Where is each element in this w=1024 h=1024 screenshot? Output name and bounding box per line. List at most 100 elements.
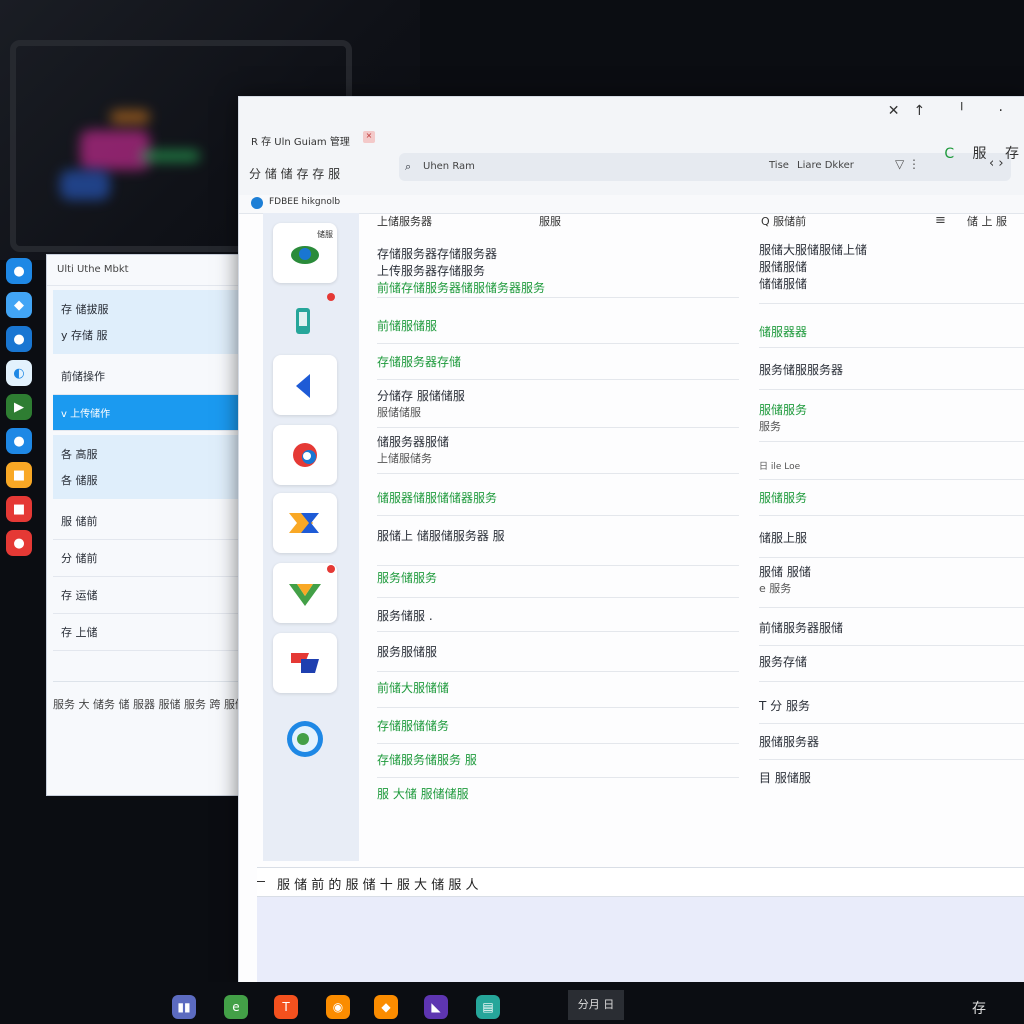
list-item[interactable]: 储服器储服储储器服务 xyxy=(377,489,739,516)
tool-store[interactable]: 存 xyxy=(1005,146,1019,162)
row-title: 服务存储 xyxy=(759,655,808,669)
detail-row[interactable]: 服务存储 xyxy=(759,653,1024,682)
ime-indicator[interactable]: 存 xyxy=(972,998,986,1018)
screen-glow xyxy=(80,130,150,170)
nav-item[interactable]: 存 运储 xyxy=(53,577,247,614)
list-item[interactable]: 存储服务储服务 服 xyxy=(377,751,739,778)
taskbar-app-icon[interactable]: ◣ xyxy=(424,995,448,1019)
address-bar[interactable]: ⌕ Uhen Ram Tise Liare Dkker ▽ ⋮ ‹ › xyxy=(399,153,1011,181)
message-composer[interactable]: 服 储 前 的 服 储 十 服 大 储 服 人 xyxy=(257,867,1024,897)
detail-row[interactable]: 服储大服储服储上储 服储服储 储储服储 xyxy=(759,241,1024,304)
item-title: 存储服务器存储 xyxy=(377,355,462,369)
taskbar-app-icon[interactable]: ▮▮ xyxy=(172,995,196,1019)
rail-tile[interactable] xyxy=(273,633,337,693)
nav-group: 各 高服 各 储服 xyxy=(53,435,247,499)
user-label[interactable]: 储 上 服 xyxy=(967,213,1007,229)
nav-item[interactable]: 各 高服 xyxy=(61,441,239,467)
list-item[interactable]: 前储服储服 xyxy=(377,317,739,344)
notification-dot xyxy=(327,565,335,573)
item-title: 存储服务器存储服务器 xyxy=(377,247,498,261)
app-icon[interactable]: ● xyxy=(6,258,32,284)
row-title: 储服上服 xyxy=(759,531,808,545)
nav-item[interactable]: 分 储前 xyxy=(53,540,247,577)
nav-item[interactable]: 各 储服 xyxy=(61,467,239,493)
app-icon[interactable]: ■ xyxy=(6,496,32,522)
app-icon[interactable]: ■ xyxy=(6,462,32,488)
list-item[interactable]: 前储大服储储 xyxy=(377,679,739,708)
list-item[interactable]: 分储存 服储储服 服储储服 xyxy=(377,387,739,428)
rail-tile[interactable] xyxy=(273,425,337,485)
menu-icon[interactable]: ≡ xyxy=(935,213,946,228)
row-title: 服储 服储 xyxy=(759,565,811,579)
app-icon[interactable]: ◆ xyxy=(6,292,32,318)
rail-tile[interactable] xyxy=(273,493,337,553)
window-title: R 存 Uln Guiam 管理 xyxy=(251,137,350,148)
tool-c[interactable]: C xyxy=(944,146,954,162)
app-icon[interactable]: ● xyxy=(6,326,32,352)
row-title: 服储服务 xyxy=(759,403,808,417)
taskbar-clock[interactable]: 分月 日 xyxy=(568,990,624,1020)
nav-item-active[interactable]: v 上传储作 xyxy=(53,395,247,431)
app-icon[interactable]: ● xyxy=(6,428,32,454)
rail-tile[interactable] xyxy=(273,563,337,623)
item-title: 服储上 储服储服务器 服 xyxy=(377,529,505,543)
app-icon[interactable]: ◐ xyxy=(6,360,32,386)
rail-tile[interactable] xyxy=(273,355,337,415)
item-subtitle: 上储服储务 xyxy=(377,452,432,465)
taskbar-app-icon[interactable]: ◉ xyxy=(326,995,350,1019)
rail-tile[interactable] xyxy=(273,709,337,769)
list-item[interactable]: 服储上 储服储服务器 服 xyxy=(377,527,739,566)
address-user: Liare Dkker xyxy=(797,160,854,171)
list-item[interactable]: 存储服务器存储 xyxy=(377,353,739,380)
detail-row[interactable]: 服储服务 xyxy=(759,489,1024,516)
row-title: 服储服务 xyxy=(759,491,808,505)
list-item[interactable]: 服 大储 服储储服 xyxy=(377,785,739,811)
app-icon[interactable]: ▶ xyxy=(6,394,32,420)
search-field[interactable]: Q 服储前 xyxy=(761,213,806,229)
row-title: 前储服务器服储 xyxy=(759,621,844,635)
list-item[interactable]: 储服务器服储 上储服储务 xyxy=(377,433,739,474)
nav-item[interactable]: 服 储前 xyxy=(53,503,247,540)
detail-row[interactable]: 服务储服服务器 xyxy=(759,361,1024,390)
rail-tile[interactable]: 储服 xyxy=(273,223,337,283)
tool-serv[interactable]: 服 xyxy=(973,146,987,162)
detail-row[interactable]: 储服上服 xyxy=(759,529,1024,558)
toolbar-labels[interactable]: 分 储 储 存 存 服 xyxy=(249,165,340,182)
item-title: 储服务器服储 xyxy=(377,435,450,449)
detail-row[interactable]: 服储 服储 e 服务 xyxy=(759,563,1024,608)
detail-row[interactable]: T 分 服务 xyxy=(759,697,1024,724)
rail-tile[interactable] xyxy=(273,291,337,351)
list-item[interactable]: 服务服储服 xyxy=(377,643,739,672)
item-title: 分储存 服储储服 xyxy=(377,389,465,403)
column-header: 上储服务器 xyxy=(377,215,432,228)
item-detail: 前储存储服务器储服储务器服务 xyxy=(377,281,546,295)
row-title: 日 ile Loe xyxy=(759,462,801,472)
nav-item[interactable]: 前储操作 xyxy=(53,358,247,395)
tab-close-icon[interactable]: × xyxy=(363,131,375,143)
taskbar-app-icon[interactable]: ▤ xyxy=(476,995,500,1019)
nav-item[interactable]: 存 储拔服 xyxy=(61,296,239,322)
detail-row[interactable]: 服储服务器 xyxy=(759,733,1024,760)
arrow-app-icon xyxy=(296,374,310,398)
row-line: 服务 xyxy=(759,420,781,433)
list-item[interactable]: 存储服储储务 xyxy=(377,717,739,744)
filter-icon[interactable]: ▽ ⋮ xyxy=(895,157,920,171)
window-controls[interactable]: ✕↑ ╵ · xyxy=(888,103,1017,119)
taskbar-app-icon[interactable]: ◆ xyxy=(374,995,398,1019)
nav-item[interactable]: y 存储 服 xyxy=(61,322,239,348)
subbar: FDBEE hikgnolb xyxy=(239,195,1024,214)
taskbar-app-icon[interactable]: e xyxy=(224,995,248,1019)
bottom-pane xyxy=(257,897,1024,985)
item-title: 服务储服 . xyxy=(377,609,433,623)
list-item[interactable]: 服务储服 . xyxy=(377,607,739,632)
list-item[interactable]: 服务储服务 xyxy=(377,569,739,598)
detail-row[interactable]: 前储服务器服储 xyxy=(759,619,1024,646)
nav-item[interactable]: 存 上储 xyxy=(53,614,247,651)
detail-row[interactable]: 日 ile Loe xyxy=(759,459,1024,480)
detail-row[interactable]: 目 服储服 xyxy=(759,769,1024,795)
app-icon[interactable]: ● xyxy=(6,530,32,556)
detail-row[interactable]: 服储服务 服务 xyxy=(759,401,1024,442)
taskbar-app-icon[interactable]: T xyxy=(274,995,298,1019)
detail-row[interactable]: 储服器器 xyxy=(759,323,1024,348)
list-item[interactable]: 存储服务器存储服务器 上传服务器存储服务 前储存储服务器储服储务器服务 xyxy=(377,245,739,298)
